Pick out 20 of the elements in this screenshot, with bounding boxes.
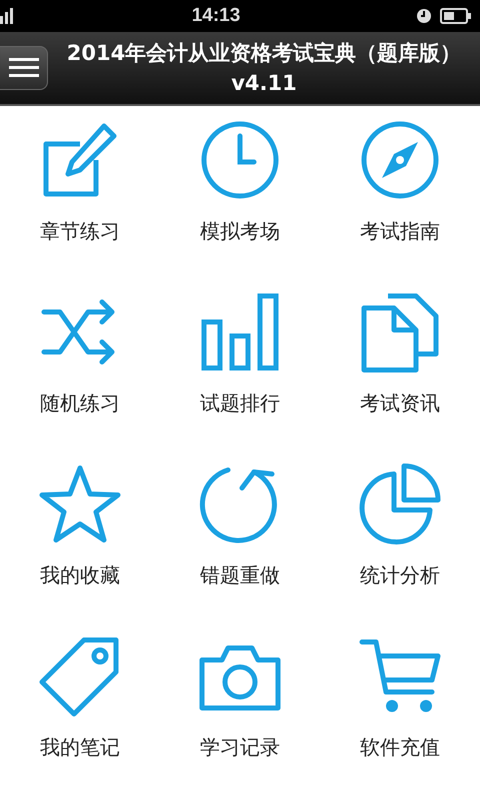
menu-label[interactable]: 我的笔记 [40,734,120,761]
menu-label[interactable]: 考试资讯 [360,390,440,417]
menu-label[interactable]: 错题重做 [200,562,280,589]
menu-label[interactable]: 我的收藏 [40,562,120,589]
menu-label[interactable]: 试题排行 [200,390,280,417]
menu-icon [8,57,38,79]
clock-icon [416,8,432,24]
app-title: 2014年会计从业资格考试宝典（题库版）v4.11 [66,40,462,97]
menu-label[interactable]: 软件充值 [360,734,440,761]
status-time: 14:13 [192,5,240,27]
pie-chart-icon[interactable] [358,462,442,546]
menu-label[interactable]: 章节练习 [40,218,120,245]
menu-label[interactable]: 随机练习 [40,390,120,417]
battery-icon [440,8,472,24]
menu-label[interactable]: 考试指南 [360,218,440,245]
menu-label[interactable]: 模拟考场 [200,218,280,245]
menu-button[interactable] [0,46,48,90]
menu-label[interactable]: 学习记录 [200,734,280,761]
menu-label[interactable]: 统计分析 [360,562,440,589]
signal-icon [0,8,16,24]
